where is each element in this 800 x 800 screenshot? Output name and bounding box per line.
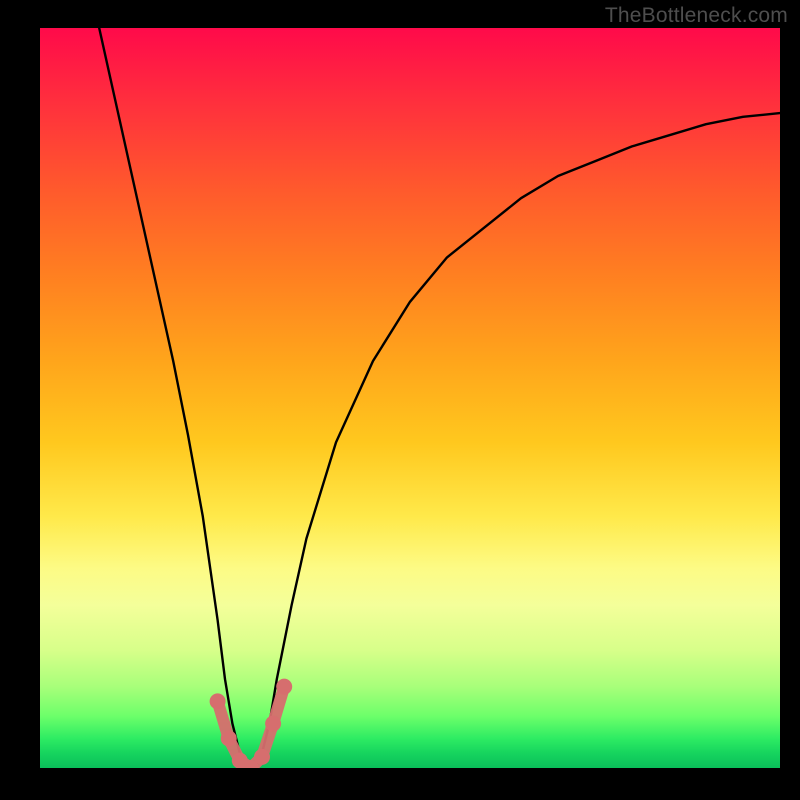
bottleneck-curve-path bbox=[99, 28, 780, 768]
curve-layer bbox=[40, 28, 780, 768]
chart-frame: TheBottleneck.com bbox=[0, 0, 800, 800]
watermark-text: TheBottleneck.com bbox=[605, 4, 788, 28]
highlight-dot bbox=[276, 679, 292, 695]
highlight-dot bbox=[210, 693, 226, 709]
highlight-dot bbox=[265, 716, 281, 732]
highlight-dot bbox=[221, 730, 237, 746]
highlight-dot bbox=[254, 749, 270, 765]
plot-area bbox=[40, 28, 780, 768]
